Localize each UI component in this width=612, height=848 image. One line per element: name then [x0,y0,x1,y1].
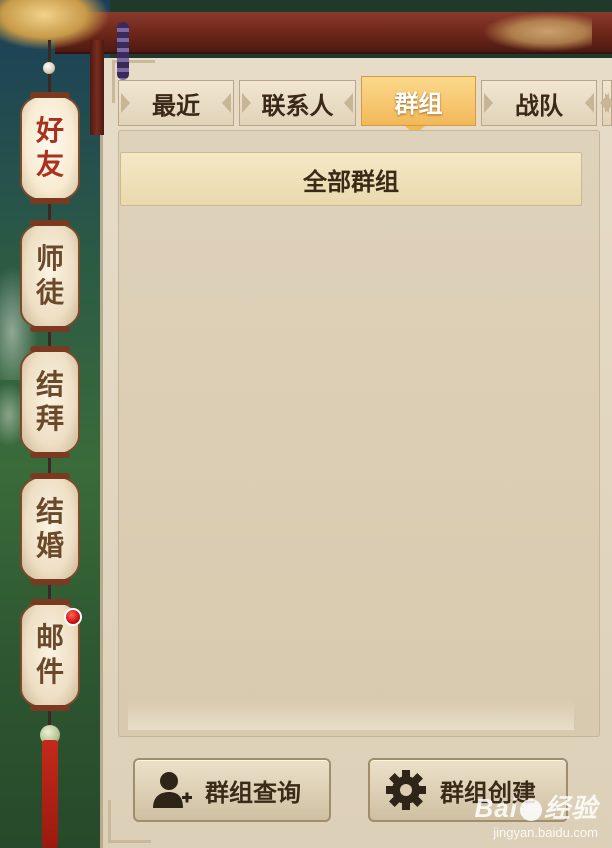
lantern-char: 拜 [35,402,64,435]
lantern-char: 结 [35,368,64,401]
mail-notification-badge [64,608,82,626]
lantern-char: 好 [35,114,64,147]
tab-label: 群组 [394,89,443,118]
lantern-char: 婚 [35,529,64,562]
add-person-icon [153,772,192,808]
lantern-char: 邮 [35,621,64,654]
lantern-friends[interactable]: 好 友 [20,92,80,204]
tab-groups[interactable]: 群组 [361,76,476,126]
lantern-mentor[interactable]: 师 徒 [20,220,80,332]
group-search-label: 群组查询 [205,778,301,807]
red-tassel-decoration [42,740,58,848]
tab-overflow[interactable] [600,80,612,126]
lantern-char: 师 [35,242,64,275]
watermark-url: jingyan.baidu.com [493,825,598,840]
lantern-marriage[interactable]: 结 婚 [20,473,80,585]
baidu-watermark: Bai 经验 jingyan.baidu.com [475,788,598,840]
group-search-button[interactable]: 群组查询 [133,758,331,822]
bead-decoration [43,62,55,74]
top-beam [55,12,612,54]
lantern-char: 件 [35,655,64,688]
wooden-post [90,40,104,135]
lantern-sworn[interactable]: 结 拜 [20,346,80,458]
all-groups-header[interactable]: 全部群组 [120,152,582,206]
tab-team[interactable]: 战队 [481,80,597,126]
paw-icon [519,799,542,822]
rope-knot-decoration [117,22,129,80]
tab-label: 战队 [515,91,563,120]
list-fade [128,700,574,730]
watermark-logo: Bai 经验 [474,793,598,823]
group-header-label: 全部群组 [303,167,399,196]
tab-recent[interactable]: 最近 [118,80,234,126]
group-list[interactable] [118,130,600,737]
lantern-char: 友 [35,148,64,181]
lantern-char: 徒 [35,276,64,309]
tab-label: 联系人 [261,91,334,120]
lantern-char: 结 [35,495,64,528]
tab-bar: 最近 联系人 群组 战队 [118,76,612,128]
gear-icon [386,770,426,810]
cloud-ornament [482,12,592,52]
tab-contacts[interactable]: 联系人 [239,80,356,126]
tab-label: 最近 [152,91,200,120]
